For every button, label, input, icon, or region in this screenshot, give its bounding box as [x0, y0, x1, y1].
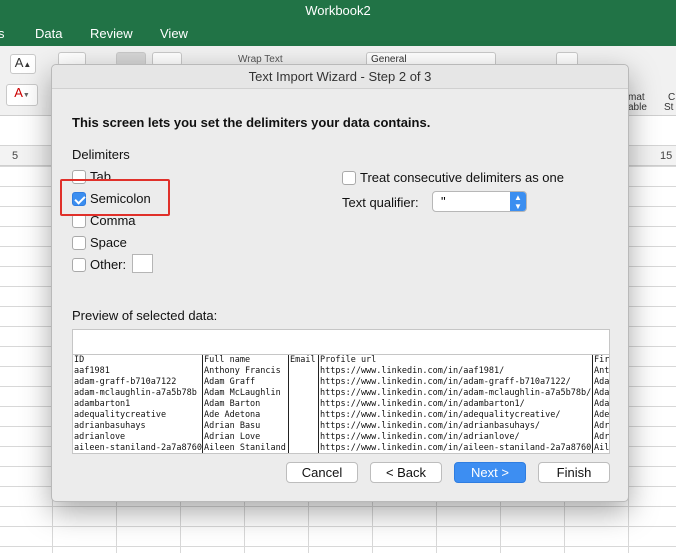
chevron-updown-icon: ▲ ▼ — [510, 192, 526, 211]
preview-cell: adam-mclaughlin-a7a5b78b — [74, 388, 197, 398]
format-table-label-2: able — [628, 102, 647, 113]
preview-cell: https://www.linkedin.com/in/adam-graff-b… — [320, 377, 571, 387]
column-header-15[interactable]: 15 — [660, 150, 672, 162]
preview-column-id[interactable]: ID aaf1981 adam-graff-b710a7122 adam-mcl… — [73, 355, 203, 453]
preview-cell: Adrian Love — [204, 432, 261, 442]
next-button[interactable]: Next > — [454, 462, 526, 483]
comma-checkbox[interactable] — [72, 214, 86, 228]
preview-cell: Full name — [204, 355, 251, 365]
preview-cell: adambarton1 — [74, 399, 131, 409]
preview-cell: Anthony Francis — [204, 366, 281, 376]
other-delimiter-input[interactable] — [132, 254, 153, 273]
preview-cell: Ant — [594, 366, 610, 376]
preview-column-email[interactable]: Email — [289, 355, 319, 453]
preview-cell: https://www.linkedin.com/in/adrianbasuha… — [320, 421, 541, 431]
preview-cell: Ade Adetona — [204, 410, 261, 420]
cell-styles-label-2: St — [664, 102, 674, 113]
preview-cell: https://www.linkedin.com/in/aaf1981/ — [320, 366, 505, 376]
font-size-increase-button[interactable]: A▲ — [10, 54, 36, 74]
font-color-button[interactable]: A▼ — [6, 84, 38, 106]
preview-cell: Email — [290, 355, 316, 365]
back-button[interactable]: < Back — [370, 462, 442, 483]
preview-cell: Adr — [594, 421, 610, 431]
consecutive-delimiters-label[interactable]: Treat consecutive delimiters as one — [360, 170, 564, 185]
menu-item-formulas[interactable]: s — [0, 26, 5, 41]
preview-cell: https://www.linkedin.com/in/aileen-stani… — [320, 443, 593, 453]
preview-column-full-name[interactable]: Full name Anthony Francis Adam Graff Ada… — [203, 355, 289, 453]
other-checkbox[interactable] — [72, 258, 86, 272]
dialog-title: Text Import Wizard - Step 2 of 3 — [52, 65, 628, 89]
dialog-heading: This screen lets you set the delimiters … — [72, 115, 431, 130]
preview-cell: Adam Barton — [204, 399, 261, 409]
data-preview[interactable]: ID aaf1981 adam-graff-b710a7122 adam-mcl… — [72, 354, 610, 454]
preview-cell: Profile url — [320, 355, 377, 365]
preview-cell: https://www.linkedin.com/in/adam-mclaugh… — [320, 388, 592, 398]
preview-cell: Ada — [594, 388, 610, 398]
preview-cell: Adrian Basu — [204, 421, 261, 431]
text-qualifier-label: Text qualifier: — [342, 195, 419, 210]
preview-cell: https://www.linkedin.com/in/adrianlove/ — [320, 432, 520, 442]
window-title: Workbook2 — [0, 0, 676, 22]
menu-item-view[interactable]: View — [160, 26, 188, 41]
other-checkbox-label[interactable]: Other: — [90, 257, 126, 272]
text-qualifier-select[interactable]: " ▲ ▼ — [432, 191, 527, 212]
delimiters-label: Delimiters — [72, 147, 130, 162]
space-checkbox[interactable] — [72, 236, 86, 250]
preview-cell: adam-graff-b710a7122 — [74, 377, 177, 387]
preview-cell: aaf1981 — [74, 366, 110, 376]
text-import-wizard-dialog: Text Import Wizard - Step 2 of 3 This sc… — [51, 64, 629, 502]
preview-cell: aileen-staniland-2a7a8760 — [74, 443, 202, 453]
cancel-button[interactable]: Cancel — [286, 462, 358, 483]
space-checkbox-label[interactable]: Space — [90, 235, 127, 250]
preview-cell: Ada — [594, 377, 610, 387]
preview-label: Preview of selected data: — [72, 308, 218, 323]
preview-cell: https://www.linkedin.com/in/adequalitycr… — [320, 410, 561, 420]
column-header-5[interactable]: 5 — [12, 150, 18, 162]
preview-cell: Adr — [594, 432, 610, 442]
preview-cell: Adam Graff — [204, 377, 256, 387]
preview-cell: Ade — [594, 410, 610, 420]
semicolon-highlight-box — [60, 179, 170, 216]
menu-item-review[interactable]: Review — [90, 26, 133, 41]
preview-cell: Ada — [594, 399, 610, 409]
menu-bar: s Data Review View — [0, 22, 676, 46]
consecutive-delimiters-checkbox[interactable] — [342, 171, 356, 185]
preview-cell: Fir — [594, 355, 610, 365]
preview-header-area — [72, 329, 610, 354]
finish-button[interactable]: Finish — [538, 462, 610, 483]
preview-cell: adequalitycreative — [74, 410, 167, 420]
preview-column-profile-url[interactable]: Profile url https://www.linkedin.com/in/… — [319, 355, 593, 453]
preview-cell: Ail — [594, 443, 610, 453]
preview-cell: ID — [74, 355, 85, 365]
menu-item-data[interactable]: Data — [35, 26, 62, 41]
preview-cell: https://www.linkedin.com/in/adambarton1/ — [320, 399, 525, 409]
text-qualifier-value: " — [441, 194, 446, 209]
preview-cell: adrianbasuhays — [74, 421, 146, 431]
preview-cell: adrianlove — [74, 432, 126, 442]
preview-column-first-name[interactable]: Fir Ant Ada Ada Ada Ade Adr Adr Ail — [593, 355, 610, 453]
preview-cell: Adam McLaughlin — [204, 388, 281, 398]
preview-cell: Aileen Staniland — [204, 443, 286, 453]
